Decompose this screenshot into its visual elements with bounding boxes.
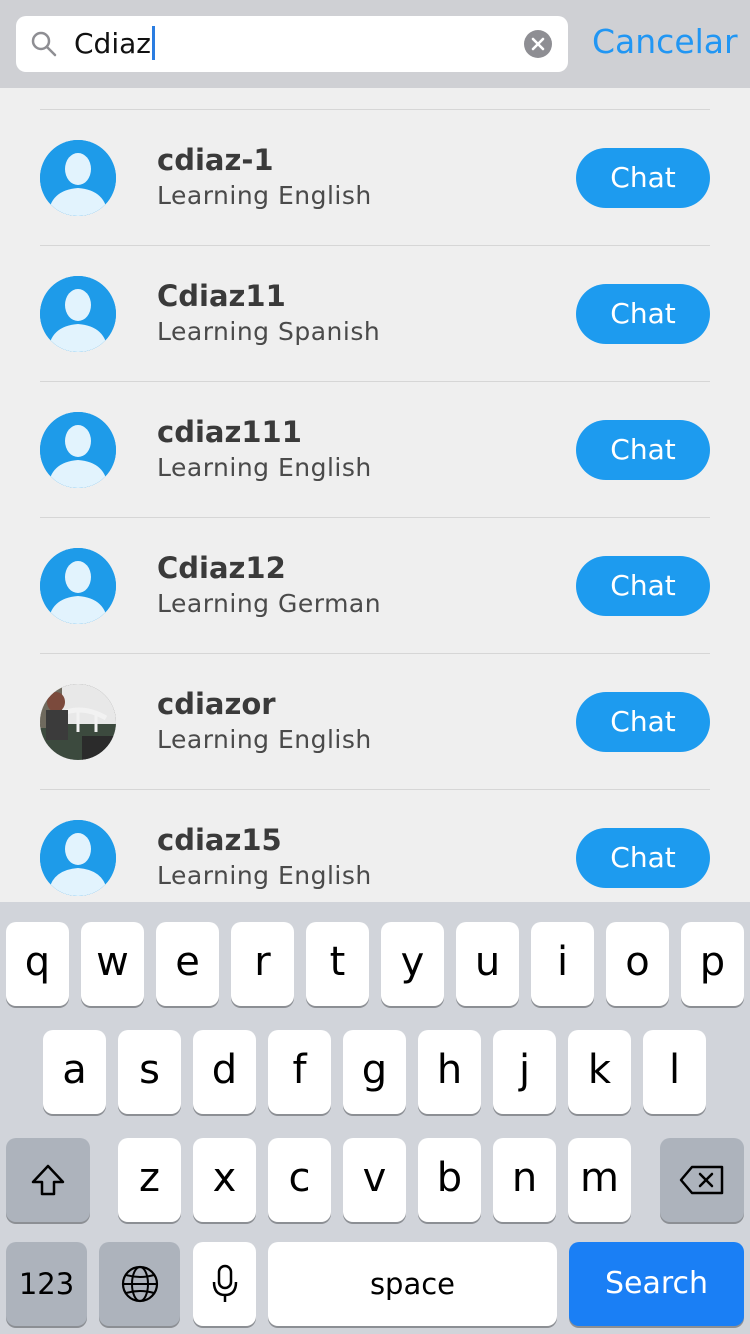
globe-icon (121, 1265, 158, 1303)
dictation-key[interactable] (193, 1242, 256, 1326)
key-p[interactable]: p (681, 922, 744, 1006)
key-e[interactable]: e (156, 922, 219, 1006)
key-r[interactable]: r (231, 922, 294, 1006)
key-m[interactable]: m (568, 1138, 631, 1222)
chat-button[interactable]: Chat (576, 284, 710, 344)
text-caret (151, 26, 155, 60)
clear-search-icon[interactable] (524, 30, 552, 58)
list-item[interactable]: cdiaz111 Learning English Chat (0, 382, 750, 518)
space-key[interactable]: space (268, 1242, 557, 1326)
user-learning: Learning English (157, 861, 372, 890)
list-item[interactable]: Cdiaz11 Learning Spanish Chat (0, 246, 750, 382)
key-l[interactable]: l (643, 1030, 706, 1114)
key-q[interactable]: q (6, 922, 69, 1006)
key-g[interactable]: g (343, 1030, 406, 1114)
user-name: cdiaz15 (157, 823, 282, 857)
backspace-key[interactable] (660, 1138, 744, 1222)
microphone-icon (212, 1264, 237, 1302)
photo-avatar-icon (40, 684, 116, 760)
user-name: Cdiaz12 (157, 551, 286, 585)
chat-button[interactable]: Chat (576, 828, 710, 888)
keyboard: q w e r t y u i o p a s d f g h j k l z … (0, 902, 750, 1334)
key-v[interactable]: v (343, 1138, 406, 1222)
numbers-key[interactable]: 123 (6, 1242, 87, 1326)
search-field[interactable]: Cdiaz (16, 16, 568, 72)
user-name: Cdiaz11 (157, 279, 286, 313)
key-k[interactable]: k (568, 1030, 631, 1114)
list-item[interactable]: cdiaz15 Learning English Chat (0, 790, 750, 902)
default-avatar-icon (40, 820, 116, 896)
key-c[interactable]: c (268, 1138, 331, 1222)
key-h[interactable]: h (418, 1030, 481, 1114)
user-name: cdiaz111 (157, 415, 302, 449)
key-x[interactable]: x (193, 1138, 256, 1222)
user-name: cdiazor (157, 687, 276, 721)
search-input[interactable]: Cdiaz (74, 26, 155, 62)
key-z[interactable]: z (118, 1138, 181, 1222)
results-list[interactable]: cdiaz-1 Learning English Chat Cdiaz11 Le… (0, 88, 750, 902)
user-name: cdiaz-1 (157, 143, 274, 177)
backspace-icon (679, 1165, 724, 1195)
list-item[interactable]: cdiazor Learning English Chat (0, 654, 750, 790)
list-item[interactable]: cdiaz-1 Learning English Chat (0, 110, 750, 246)
chat-button[interactable]: Chat (576, 420, 710, 480)
user-learning: Learning English (157, 725, 372, 754)
default-avatar-icon (40, 548, 116, 624)
key-j[interactable]: j (493, 1030, 556, 1114)
key-s[interactable]: s (118, 1030, 181, 1114)
cancel-button[interactable]: Cancelar (592, 20, 738, 64)
key-n[interactable]: n (493, 1138, 556, 1222)
search-key[interactable]: Search (569, 1242, 744, 1326)
key-u[interactable]: u (456, 922, 519, 1006)
shift-key[interactable] (6, 1138, 90, 1222)
list-item[interactable]: Cdiaz12 Learning German Chat (0, 518, 750, 654)
chat-button[interactable]: Chat (576, 148, 710, 208)
search-icon (31, 31, 57, 57)
key-w[interactable]: w (81, 922, 144, 1006)
shift-icon (31, 1164, 65, 1196)
default-avatar-icon (40, 276, 116, 352)
key-a[interactable]: a (43, 1030, 106, 1114)
key-d[interactable]: d (193, 1030, 256, 1114)
default-avatar-icon (40, 412, 116, 488)
user-learning: Learning German (157, 589, 382, 618)
globe-key[interactable] (99, 1242, 180, 1326)
default-avatar-icon (40, 140, 116, 216)
key-f[interactable]: f (268, 1030, 331, 1114)
search-query: Cdiaz (74, 27, 151, 60)
key-b[interactable]: b (418, 1138, 481, 1222)
key-i[interactable]: i (531, 922, 594, 1006)
chat-button[interactable]: Chat (576, 556, 710, 616)
key-o[interactable]: o (606, 922, 669, 1006)
user-learning: Learning English (157, 453, 372, 482)
key-y[interactable]: y (381, 922, 444, 1006)
key-t[interactable]: t (306, 922, 369, 1006)
search-bar: Cdiaz Cancelar (0, 0, 750, 88)
chat-button[interactable]: Chat (576, 692, 710, 752)
user-learning: Learning English (157, 181, 372, 210)
user-learning: Learning Spanish (157, 317, 381, 346)
